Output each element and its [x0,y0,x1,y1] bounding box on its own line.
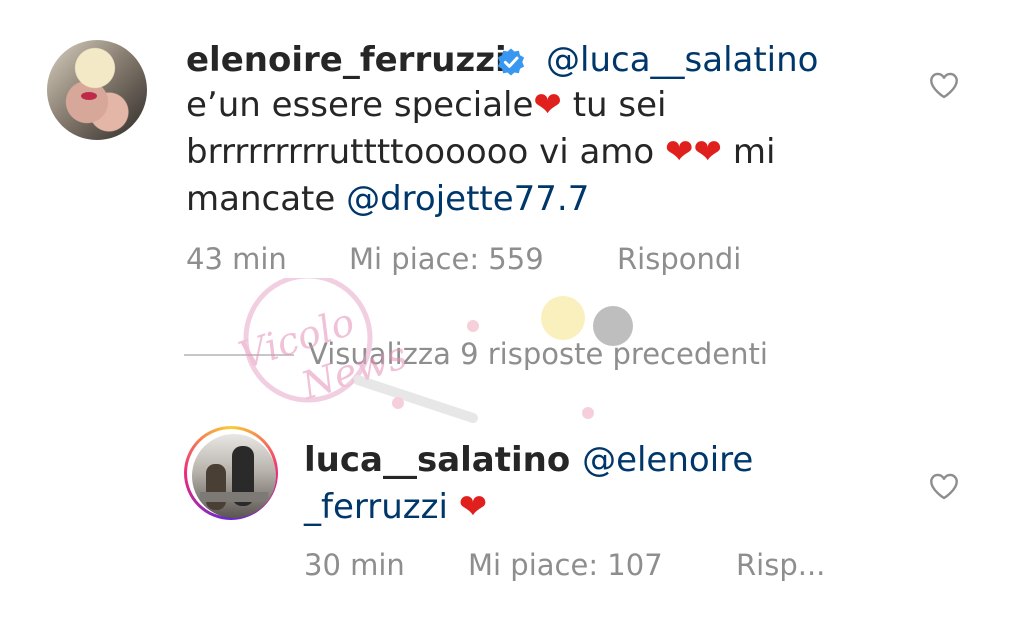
reply-likes[interactable]: Mi piace: 107 [468,548,663,582]
text-segment: mi [722,132,776,172]
avatar-detail [81,92,97,100]
username-luca[interactable]: luca__salatino [304,440,570,480]
watermark-logo: Vicolo News [234,278,633,423]
avatar-detail [206,464,226,510]
heart-emoji-icon: ❤ [693,132,723,172]
heart-emoji-icon: ❤ [533,85,562,125]
verified-badge-icon [497,48,525,76]
heart-outline-icon[interactable] [927,68,961,102]
mention-elenoire-cont[interactable]: _ferruzzi [304,487,448,527]
avatar-photo [192,434,276,518]
mention-elenoire[interactable]: @elenoire [582,440,753,480]
text-segment: brrrrrrrrruttttoooooo vi amo [186,132,666,172]
text-segment: mancate [186,179,347,219]
text-segment: tu sei [561,85,667,125]
text-segment: e’un essere speciale [186,85,534,125]
comment-likes[interactable]: Mi piace: 559 [349,242,544,276]
comment-text-line1: e’un essere speciale❤ tu sei [186,82,666,129]
avatar-elenoire[interactable] [47,40,147,140]
heart-outline-icon[interactable] [927,469,961,503]
heart-emoji-icon: ❤ [458,487,488,527]
username-elenoire[interactable]: elenoire_ferruzzi [186,40,507,80]
mention-drojette[interactable]: @drojette77.7 [346,179,589,219]
reply-author[interactable]: luca__salatino @elenoire [304,440,753,480]
reply-text-line: _ferruzzi ❤ [304,484,487,531]
reply-reply-button[interactable]: Risp... [736,548,825,582]
comment-time: 43 min [186,242,287,276]
reply-time: 30 min [304,548,405,582]
avatar-ring-gap [187,429,276,518]
comment-author[interactable]: elenoire_ferruzzi [186,40,507,80]
comment-text-line3: mancate @drojette77.7 [186,176,589,223]
avatar-detail [200,492,268,502]
reply-button[interactable]: Rispondi [617,242,741,276]
comment-text-line2: brrrrrrrrruttttoooooo vi amo ❤❤ mi [186,129,775,176]
mention-luca[interactable]: @luca__salatino [546,40,818,80]
heart-emoji-icon: ❤ [665,132,694,172]
avatar-luca[interactable] [184,426,278,520]
